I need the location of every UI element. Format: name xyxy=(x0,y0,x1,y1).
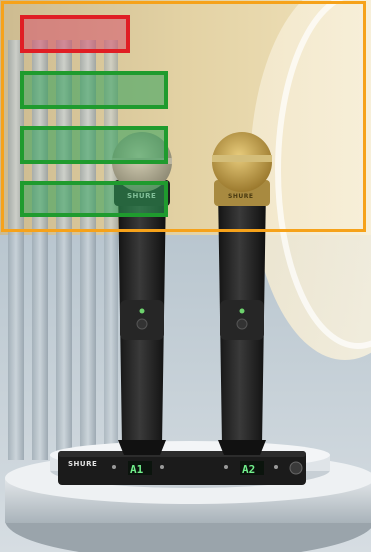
channel-b-display: A2 xyxy=(242,463,255,476)
photo-scene: SHURE A1 A2 SHURE xyxy=(0,0,371,552)
annotation-box-red xyxy=(20,15,130,53)
receiver-unit: SHURE A1 A2 xyxy=(58,451,306,485)
annotation-box-green-2 xyxy=(20,126,168,164)
svg-text:SHURE: SHURE xyxy=(68,460,97,468)
annotation-box-green-1 xyxy=(20,71,168,109)
channel-a-display: A1 xyxy=(130,463,144,476)
annotation-box-green-3 xyxy=(20,181,168,217)
